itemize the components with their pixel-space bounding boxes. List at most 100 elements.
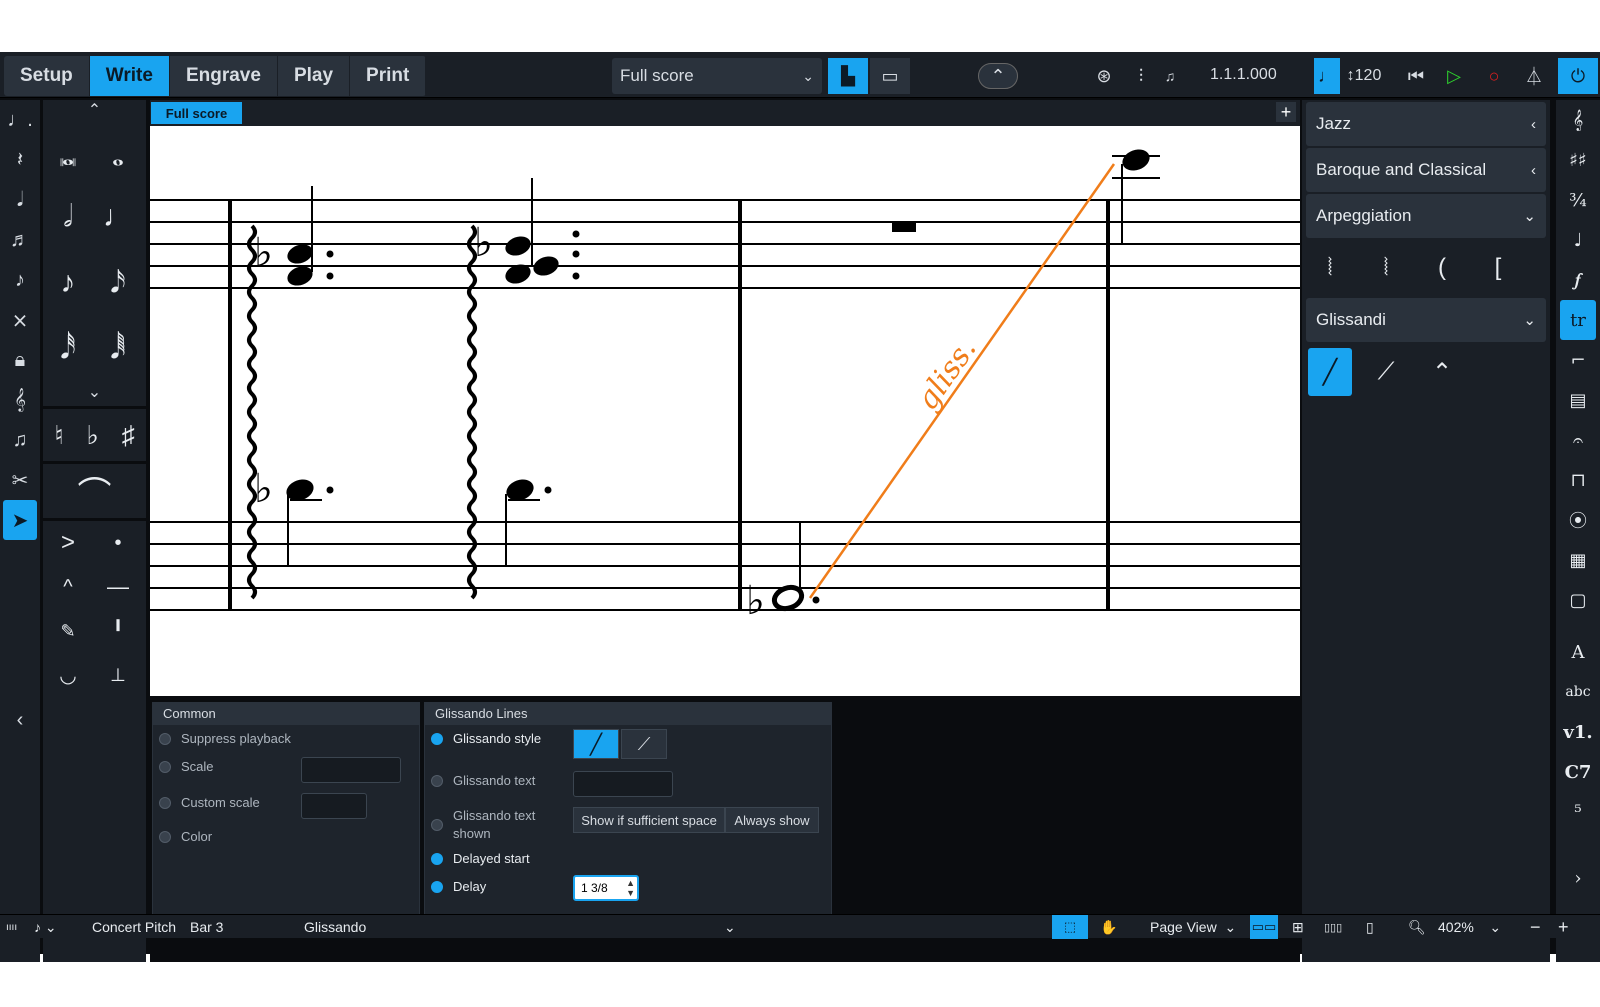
gliss-style-wavy-button[interactable]: ⟋	[621, 729, 667, 759]
tenuto-staccato-icon[interactable]: ⊥	[93, 653, 143, 697]
gliss-text-field[interactable]	[573, 771, 673, 797]
prop-scale[interactable]: Scale	[159, 759, 214, 774]
select-arrow-icon[interactable]: ➤	[3, 500, 37, 540]
tuplet-icon[interactable]: ♬	[0, 220, 40, 260]
concert-pitch-toggle[interactable]: Concert Pitch	[92, 915, 176, 939]
gliss-straight-icon[interactable]: ╱	[1308, 348, 1352, 396]
comment-icon[interactable]: ▢	[1556, 580, 1600, 620]
chord-icon[interactable]: 𝄞	[0, 380, 40, 420]
scroll-up-icon[interactable]: ⌃	[43, 100, 146, 128]
prop-color[interactable]: Color	[159, 829, 212, 844]
metronome-icon[interactable]: ⏃	[1516, 58, 1552, 94]
zoom-in-button[interactable]: +	[1558, 915, 1569, 939]
mode-engrave[interactable]: Engrave	[170, 56, 278, 96]
gliss-target-note[interactable]	[1112, 146, 1160, 244]
slash-icon[interactable]: 𝅘𝅥	[0, 180, 40, 220]
thirtysecond-note-icon[interactable]: 𝅘𝅥𝅰	[43, 316, 93, 382]
tempo-icon[interactable]: ♩	[1556, 220, 1600, 260]
sixteenth-note-icon[interactable]: 𝅘𝅥𝅯	[93, 250, 143, 316]
prop-gliss-text[interactable]: Glissando text	[431, 773, 535, 788]
marcato-icon[interactable]: ^	[43, 565, 93, 609]
scroll-down-icon[interactable]: ⌄	[43, 382, 146, 406]
vertical-pages-icon[interactable]: ▯	[1366, 915, 1374, 939]
note-input-options-icon[interactable]: ♪ ⌄	[34, 915, 57, 939]
horizontal-pages-icon[interactable]: ▯▯▯	[1324, 915, 1342, 939]
section-baroque[interactable]: Baroque and Classical ‹	[1306, 148, 1546, 192]
toggle-icon[interactable]	[159, 760, 171, 773]
gliss-text[interactable]: gliss.	[910, 332, 984, 417]
custom-scale-field[interactable]	[301, 793, 367, 819]
natural-icon[interactable]: ♮	[54, 420, 63, 451]
mode-write[interactable]: Write	[89, 56, 170, 96]
bowing-icon[interactable]: ⊓	[1556, 460, 1600, 500]
prop-suppress-playback[interactable]: Suppress playback	[159, 731, 291, 746]
non-arpeggio-bracket-icon[interactable]: [	[1476, 244, 1520, 292]
chevron-down-icon[interactable]: ⌄	[724, 915, 736, 939]
stress-icon[interactable]: ◡	[43, 653, 93, 697]
page-view-icon[interactable]: ▭	[870, 58, 910, 94]
lock-icon[interactable]: 🔒︎	[0, 340, 40, 380]
add-tab-button[interactable]: +	[1276, 102, 1296, 122]
always-show-button[interactable]: Always show	[725, 807, 819, 833]
prop-gliss-style[interactable]: Glissando style	[431, 731, 541, 746]
zoom-select[interactable]: 402% ⌄	[1438, 915, 1501, 939]
transport-icon[interactable]: ♫	[1158, 58, 1182, 94]
sharp-icon[interactable]: ♯	[122, 420, 135, 451]
time-signature-icon[interactable]: ¾	[1556, 180, 1600, 220]
section-arpeggiation[interactable]: Arpeggiation ⌄	[1306, 194, 1546, 238]
record-icon[interactable]: ○	[1476, 58, 1512, 94]
gliss-style-straight-button[interactable]: ╱	[573, 729, 619, 759]
video-icon[interactable]: ⊛	[1084, 58, 1124, 94]
repeat-ending-icon[interactable]: ⌐	[1556, 340, 1600, 380]
expand-right-icon[interactable]: ›	[1556, 858, 1600, 898]
scale-field[interactable]	[301, 757, 401, 783]
half-note-bar3-bass[interactable]: ♭	[746, 522, 820, 624]
score-canvas[interactable]: ♭ ♭ ♭ ♭ gliss.	[150, 126, 1300, 696]
figured-bass-icon[interactable]: ⁵	[1556, 792, 1600, 832]
marquee-select-icon[interactable]: ⬚	[1052, 915, 1088, 939]
tempo-display[interactable]: ↕ 120	[1342, 58, 1386, 94]
dynamics-icon[interactable]: 𝆑	[1556, 260, 1600, 300]
mode-setup[interactable]: Setup	[4, 56, 90, 96]
quarter-note-button-icon[interactable]: ♩	[93, 184, 143, 250]
play-icon[interactable]: ▷	[1436, 58, 1472, 94]
gliss-wavy-icon[interactable]: ⟋	[1364, 348, 1408, 396]
accent-icon[interactable]: >	[43, 521, 93, 565]
ornaments-icon[interactable]: tr	[1560, 300, 1596, 340]
tab-full-score[interactable]: Full score	[151, 102, 242, 124]
staccato-icon[interactable]: •	[93, 521, 143, 565]
text-icon[interactable]: A	[1556, 632, 1600, 672]
sixtyfourth-note-icon[interactable]: 𝅘𝅥𝅱	[93, 316, 143, 382]
rest-icon[interactable]: 𝄽	[0, 140, 40, 180]
layout-selector[interactable]: Full score ⌄	[612, 58, 822, 94]
non-arpeggio-curve-icon[interactable]: (	[1420, 244, 1464, 292]
clef-icon[interactable]: 𝄞	[1556, 100, 1600, 140]
galley-view-icon[interactable]: ▙	[828, 58, 868, 94]
quarter-note-icon[interactable]: ♩	[1314, 58, 1340, 94]
toggle-icon[interactable]	[431, 880, 443, 893]
grid-icon[interactable]: ⊞	[1292, 915, 1304, 939]
note-input-icon[interactable]: ♩.	[0, 100, 40, 140]
whole-rest[interactable]	[892, 222, 916, 232]
playing-technique-icon[interactable]: ⦿	[1556, 500, 1600, 540]
collapse-left-icon[interactable]: ‹	[0, 700, 40, 740]
pencil-icon[interactable]: ✎	[43, 609, 93, 653]
breve-icon[interactable]: 𝅜	[43, 128, 93, 184]
mixer-icon[interactable]: ⫶	[1126, 58, 1156, 94]
spreads-icon[interactable]: ▭▭	[1250, 915, 1278, 939]
note-bar2-bass[interactable]	[503, 476, 552, 566]
delay-input[interactable]: 1 3/8 ▲ ▼	[573, 875, 639, 901]
notes-icon[interactable]: ♫	[0, 420, 40, 460]
chord-bar1-treble[interactable]: ♭	[254, 186, 334, 289]
tenuto-icon[interactable]: —	[93, 565, 143, 609]
prop-gliss-text-shown[interactable]: Glissando text shown	[431, 807, 561, 843]
fermata-icon[interactable]: 𝄐	[1556, 420, 1600, 460]
eighth-note-icon[interactable]: ♪	[43, 250, 93, 316]
arpeggio-up-icon[interactable]: ⦚	[1308, 244, 1352, 292]
toggle-icon[interactable]	[159, 796, 171, 809]
slur-icon[interactable]: ⌒	[43, 464, 146, 518]
rewind-icon[interactable]: ⏮	[1398, 58, 1434, 94]
mode-print[interactable]: Print	[350, 56, 427, 96]
staccatissimo-icon[interactable]: ╹	[93, 609, 143, 653]
arpeggio-down-icon[interactable]: ⦚	[1364, 244, 1408, 292]
